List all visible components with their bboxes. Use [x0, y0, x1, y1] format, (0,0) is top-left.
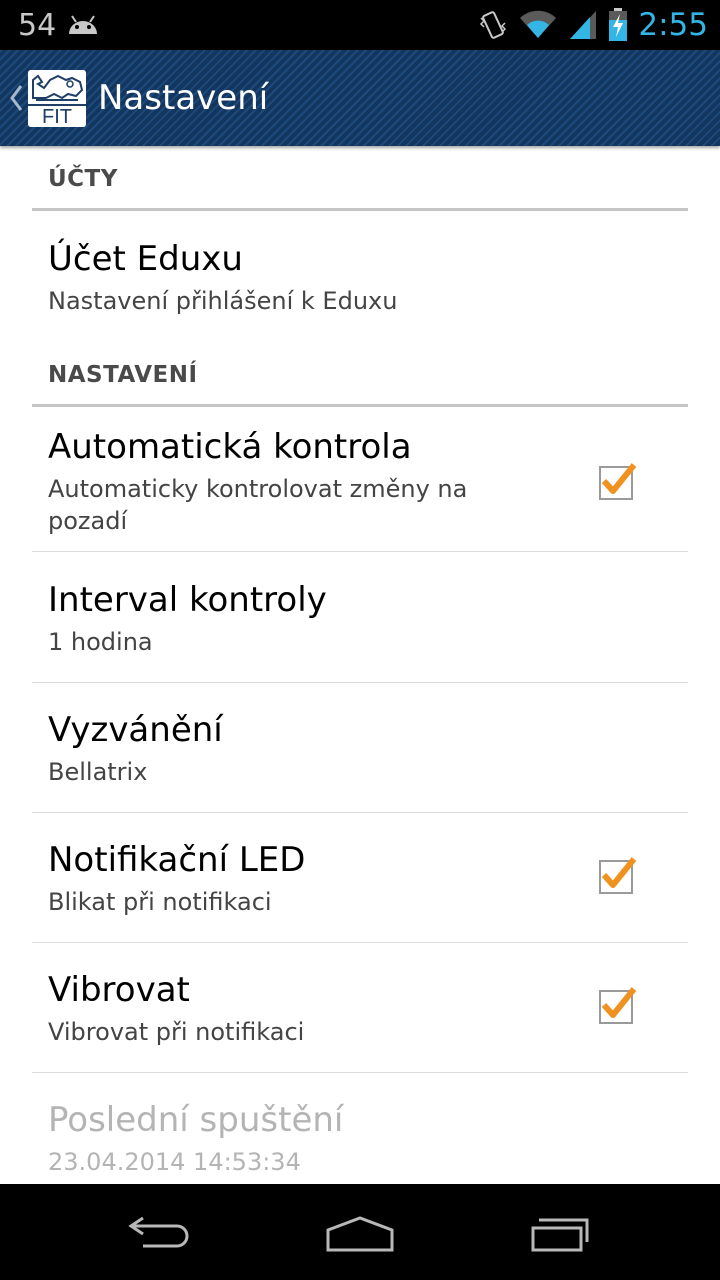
- battery-charging-icon: [608, 8, 628, 42]
- back-button[interactable]: [120, 1206, 200, 1258]
- signal-icon: [568, 9, 598, 41]
- pref-summary: Bellatrix: [48, 758, 148, 786]
- notification-count: 54: [18, 7, 57, 43]
- action-bar: FIT Nastavení: [0, 50, 720, 146]
- led-checkbox[interactable]: [596, 853, 640, 897]
- back-icon: [128, 1216, 189, 1248]
- home-button[interactable]: [320, 1206, 400, 1258]
- pref-summary: Vibrovat při notifikaci: [48, 1018, 305, 1046]
- vibrate-icon: [478, 8, 508, 42]
- recent-apps-icon: [531, 1218, 589, 1252]
- pref-interval[interactable]: Interval kontroly 1 hodina: [32, 552, 688, 683]
- pref-summary: 23.04.2014 14:53:34: [48, 1148, 301, 1176]
- pref-title: Účet Eduxu: [48, 239, 243, 279]
- preferences-list: ÚČTY Účet Eduxu Nastavení přihlášení k E…: [0, 146, 720, 1184]
- home-up-button[interactable]: FIT: [0, 50, 90, 146]
- home-icon: [326, 1216, 394, 1252]
- status-bar: 54 2:55: [0, 0, 720, 50]
- section-header-label: ÚČTY: [48, 166, 118, 192]
- pref-summary: Nastavení přihlášení k Eduxu: [48, 287, 398, 315]
- pref-auto-check[interactable]: Automatická kontrola Automaticky kontrol…: [32, 407, 688, 552]
- logo-text: FIT: [28, 104, 86, 127]
- section-header-settings: NASTAVENÍ: [32, 342, 688, 407]
- section-header-label: NASTAVENÍ: [48, 362, 198, 388]
- wifi-icon: [518, 10, 558, 40]
- pref-summary: Blikat při notifikaci: [48, 888, 272, 916]
- pref-title: Vyzvánění: [48, 710, 223, 750]
- auto-check-checkbox[interactable]: [596, 459, 640, 503]
- app-logo: FIT: [28, 70, 86, 127]
- navigation-bar: [0, 1184, 720, 1280]
- recent-apps-button[interactable]: [520, 1206, 600, 1258]
- pref-title: Interval kontroly: [48, 580, 327, 620]
- pref-account[interactable]: Účet Eduxu Nastavení přihlášení k Eduxu: [32, 211, 688, 331]
- chevron-left-icon: [8, 82, 24, 114]
- pref-title: Notifikační LED: [48, 840, 306, 880]
- pref-last-run: Poslední spuštění 23.04.2014 14:53:34: [32, 1073, 688, 1184]
- pref-ringtone[interactable]: Vyzvánění Bellatrix: [32, 683, 688, 813]
- pref-led[interactable]: Notifikační LED Blikat při notifikaci: [32, 813, 688, 943]
- page-title: Nastavení: [98, 78, 269, 118]
- pref-title: Poslední spuštění: [48, 1100, 344, 1140]
- pref-vibrate[interactable]: Vibrovat Vibrovat při notifikaci: [32, 943, 688, 1073]
- clock: 2:55: [638, 7, 708, 43]
- pref-title: Automatická kontrola: [48, 427, 412, 467]
- pref-summary: Automaticky kontrolovat změny na pozadí: [48, 475, 468, 535]
- check-icon: [599, 987, 637, 1024]
- vibrate-checkbox[interactable]: [596, 983, 640, 1027]
- check-icon: [599, 857, 637, 894]
- section-header-accounts: ÚČTY: [32, 146, 688, 211]
- pref-summary: 1 hodina: [48, 628, 153, 656]
- pref-title: Vibrovat: [48, 970, 190, 1010]
- check-icon: [599, 463, 637, 500]
- android-icon: [66, 14, 100, 36]
